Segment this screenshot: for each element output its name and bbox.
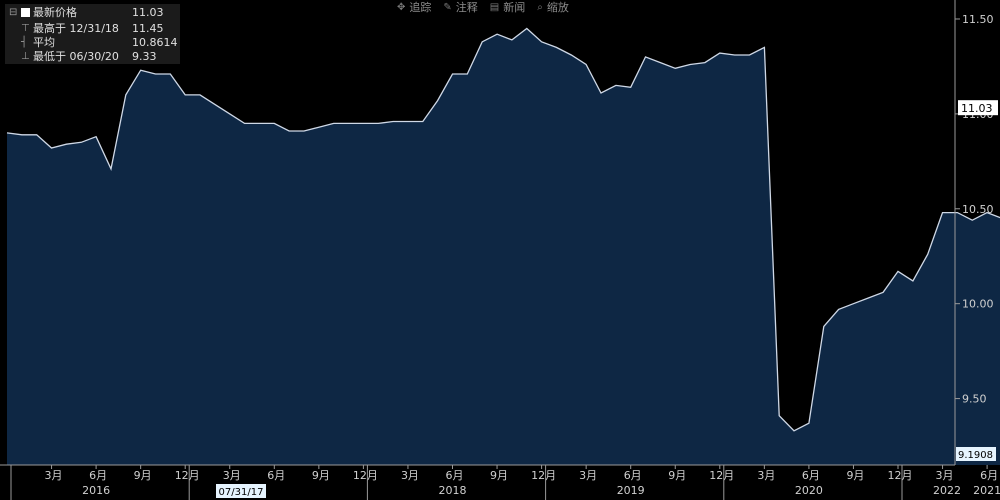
legend-avg-value: 10.8614 [132,36,178,49]
track-label: 追踪 [409,1,432,14]
x-tick-label: 9月 [134,469,152,482]
cursor-date-label: 07/31/17 [219,487,264,498]
y-tick-label: 9.50 [962,393,987,406]
x-tick-label: 12月 [353,469,378,482]
annotate-button[interactable]: ✎ 注释 [443,0,477,14]
legend-last-value: 11.03 [132,6,164,19]
y-tick-label: 10.50 [962,203,994,216]
x-year-label: 2019 [617,484,645,497]
collapse-icon[interactable]: ⊟ [9,6,21,22]
x-tick-label: 12月 [531,469,556,482]
axis-min-label: 9.1908 [958,450,993,461]
legend-avg-label: 平均 [33,36,55,49]
low-marker-icon: ⊥ [21,51,30,62]
news-label: 新闻 [503,1,526,14]
x-year-label: 2020 [795,484,823,497]
chart-toolbar: ✥ 追踪 ✎ 注释 ▤ 新闻 ⌕ 缩放 [397,0,569,14]
x-tick-label: 3月 [757,469,775,482]
x-tick-label: 9月 [668,469,686,482]
annotate-label: 注释 [455,1,478,14]
x-tick-label: 9月 [312,469,330,482]
zoom-button[interactable]: ⌕ 缩放 [537,0,569,14]
x-tick-label: 6月 [446,469,464,482]
last-value-label: 11.03 [961,102,993,115]
x-tick-label: 6月 [980,469,998,482]
x-tick-label: 6月 [89,469,107,482]
legend-low-label: 最低于 06/30/20 [33,50,119,63]
x-year-label: 2021 [973,484,1000,497]
x-tick-label: 3月 [223,469,241,482]
y-tick-label: 10.00 [962,298,994,311]
news-icon: ▤ [489,1,500,13]
track-button[interactable]: ✥ 追踪 [397,0,431,14]
x-tick-label: 3月 [401,469,419,482]
legend-panel: ⊟ 最新价格 11.03 ⊤ 最高于 12/31/18 11.45 ┤ 平均 1… [5,4,180,64]
legend-high: ⊤ 最高于 12/31/18 11.45 [9,22,176,36]
price-chart: 11.5011.0010.5010.009.5011.039.19083月6月9… [0,0,1000,500]
x-year-label: 2016 [82,484,110,497]
series-swatch [21,8,30,17]
legend-last-label: 最新价格 [33,6,77,19]
x-tick-label: 3月 [45,469,63,482]
crosshair-icon: ✥ [397,1,406,13]
average-marker-icon: ┤ [21,37,28,48]
x-tick-label: 6月 [624,469,642,482]
x-tick-label: 9月 [490,469,508,482]
x-tick-label: 6月 [802,469,820,482]
x-tick-label: 9月 [846,469,864,482]
legend-avg: ┤ 平均 10.8614 [9,36,178,50]
news-button[interactable]: ▤ 新闻 [490,0,525,14]
zoom-label: 缩放 [546,1,569,14]
x-tick-label: 6月 [267,469,285,482]
magnifier-icon: ⌕ [537,1,543,13]
pencil-icon: ✎ [443,1,452,13]
x-year-label: 2022 [933,484,961,497]
legend-high-value: 11.45 [132,22,164,35]
x-tick-label: 12月 [709,469,734,482]
price-area [7,28,1000,465]
x-year-label: 2018 [439,484,467,497]
legend-high-label: 最高于 12/31/18 [33,22,119,35]
high-marker-icon: ⊤ [21,23,30,34]
x-tick-label: 12月 [888,469,913,482]
x-tick-label: 3月 [936,469,954,482]
y-tick-label: 11.50 [962,13,994,26]
legend-last: ⊟ 最新价格 11.03 [9,6,176,22]
x-tick-label: 12月 [175,469,200,482]
legend-low-value: 9.33 [132,50,157,63]
x-tick-label: 3月 [579,469,597,482]
legend-low: ⊥ 最低于 06/30/20 9.33 [9,50,176,64]
